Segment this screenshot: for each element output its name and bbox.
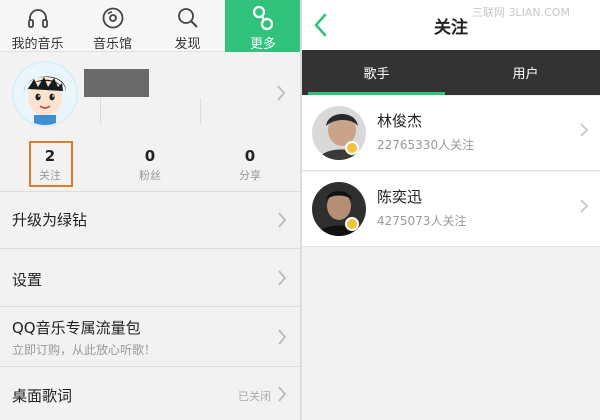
- tab-label: 用户: [512, 67, 539, 82]
- menu-item-upgrade[interactable]: 升级为绿钻: [0, 191, 301, 248]
- artist-avatar: [312, 106, 366, 160]
- artist-avatar: [312, 182, 366, 236]
- stat-fans[interactable]: 0 粉丝: [100, 141, 200, 189]
- menu-item-settings[interactable]: 设置: [0, 248, 301, 306]
- nav-label: 音乐馆: [92, 37, 132, 52]
- nav-label: 发现: [174, 37, 201, 52]
- nav-item-discover[interactable]: 发现: [150, 0, 225, 52]
- avatar[interactable]: [12, 61, 78, 127]
- tab-label: 歌手: [363, 67, 390, 82]
- left-panel: 我的音乐 音乐馆 发现 更多 2 关注 0 粉丝 0 分享 升级为绿钻 设置 Q…: [0, 0, 301, 420]
- top-nav: 我的音乐 音乐馆 发现 更多: [0, 0, 301, 52]
- menu-item-label: 升级为绿钻: [12, 211, 88, 229]
- desktop-lyrics-status: 已关闭: [238, 390, 271, 403]
- list-item[interactable]: 林俊杰 22765330人关注: [302, 96, 600, 171]
- chevron-right-icon: [277, 212, 287, 232]
- headphones-icon: [25, 5, 51, 31]
- stat-shares[interactable]: 0 分享: [200, 141, 300, 189]
- chevron-right-icon: [580, 122, 589, 141]
- menu-item-sublabel: 立即订购，从此放心听歌！: [12, 343, 157, 357]
- menu-item-desktop-lyrics[interactable]: 桌面歌词 已关闭: [0, 366, 301, 420]
- stat-value: 0: [244, 147, 256, 165]
- stat-value: 0: [144, 147, 156, 165]
- stat-label: 分享: [239, 169, 261, 182]
- nav-item-music-hall[interactable]: 音乐馆: [75, 0, 150, 52]
- menu-item-label: QQ音乐专属流量包: [12, 319, 141, 337]
- tab-singers[interactable]: 歌手: [302, 50, 451, 95]
- chevron-right-icon: [580, 198, 589, 217]
- nav-label: 更多: [249, 37, 276, 52]
- disc-icon: [100, 5, 126, 31]
- artist-followers: 4275073人关注: [377, 214, 467, 228]
- verified-badge-icon: [345, 217, 359, 231]
- menu-item-label: 桌面歌词: [12, 387, 73, 405]
- chevron-right-icon: [277, 386, 287, 406]
- nav-label: 我的音乐: [11, 37, 64, 52]
- more-icon: [250, 5, 276, 31]
- stat-following[interactable]: 2 关注: [0, 141, 100, 189]
- artist-name: 陈奕迅: [377, 188, 423, 206]
- nav-item-more[interactable]: 更多: [225, 0, 301, 52]
- stat-divider: [100, 98, 101, 124]
- stat-label: 粉丝: [139, 169, 161, 182]
- artist-followers: 22765330人关注: [377, 138, 475, 152]
- chevron-right-icon: [277, 329, 287, 349]
- search-icon: [175, 5, 201, 31]
- stat-divider: [200, 98, 201, 124]
- highlight-box: [29, 141, 73, 187]
- follow-header: 关注 三联网 3LIAN.COM: [302, 0, 600, 50]
- tab-active-indicator: [308, 92, 445, 95]
- chevron-right-icon: [277, 270, 287, 290]
- right-panel: 关注 三联网 3LIAN.COM 歌手 用户 林俊杰 22765330人关注 陈…: [302, 0, 600, 420]
- menu-item-data-pack[interactable]: QQ音乐专属流量包 立即订购，从此放心听歌！: [0, 306, 301, 366]
- verified-badge-icon: [345, 141, 359, 155]
- chevron-right-icon: [276, 85, 286, 105]
- follow-tabs: 歌手 用户: [302, 50, 600, 95]
- watermark: 三联网 3LIAN.COM: [472, 6, 570, 19]
- profile-section[interactable]: 2 关注 0 粉丝 0 分享: [0, 53, 301, 191]
- nav-item-my-music[interactable]: 我的音乐: [0, 0, 75, 52]
- tab-users[interactable]: 用户: [451, 50, 600, 95]
- username-redacted: [84, 69, 149, 97]
- artist-name: 林俊杰: [377, 112, 423, 130]
- profile-stats: 2 关注 0 粉丝 0 分享: [0, 141, 301, 191]
- list-item[interactable]: 陈奕迅 4275073人关注: [302, 172, 600, 247]
- menu-item-label: 设置: [12, 271, 43, 289]
